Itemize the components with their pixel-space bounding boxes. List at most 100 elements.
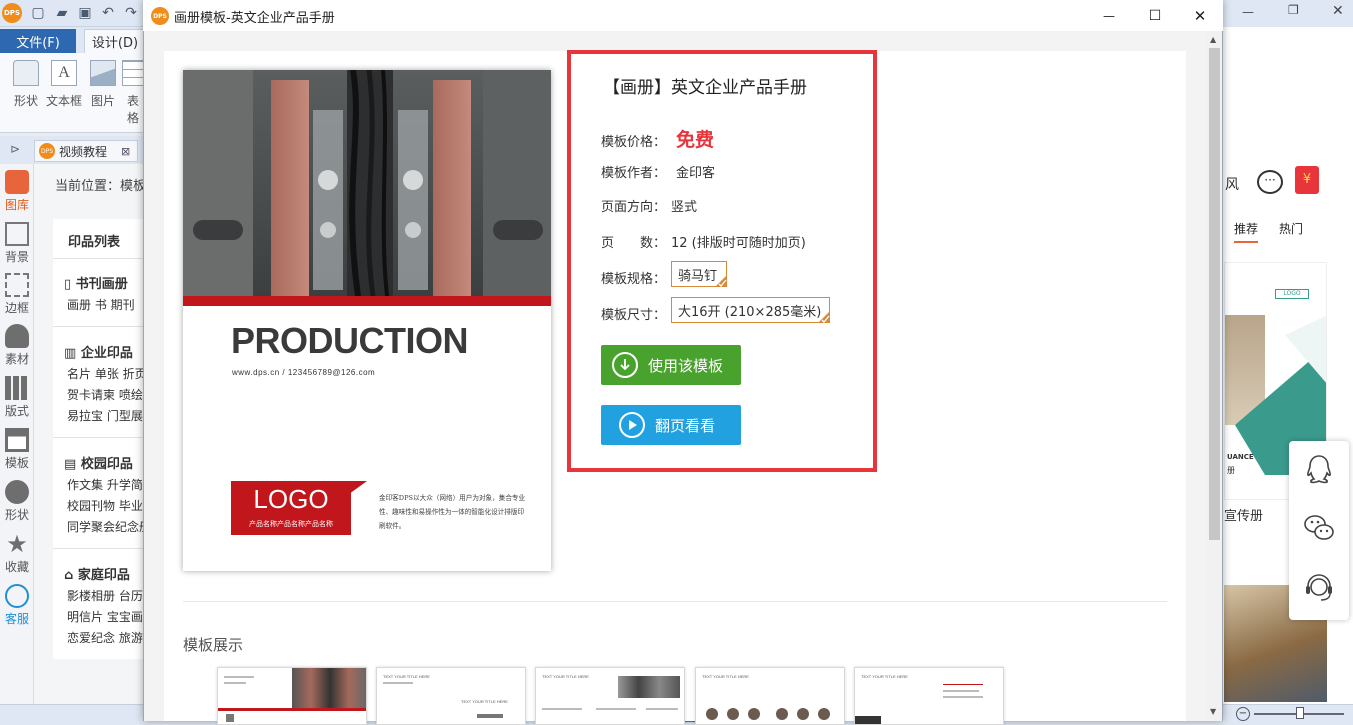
link-row[interactable]: 明信片 宝宝画册	[67, 607, 147, 628]
sidebar-item-template[interactable]: 模板	[0, 428, 34, 471]
category-enterprise[interactable]: ▥ 企业印品	[64, 342, 133, 361]
thumb-photo	[292, 668, 366, 708]
divider	[53, 326, 153, 327]
link-row[interactable]: 校园刊物 毕业纪念	[67, 496, 147, 517]
app-restore-icon[interactable]: ❐	[1288, 3, 1299, 17]
showcase-thumb-5[interactable]: TEXT YOUR TITLE HERE	[854, 667, 1004, 725]
panel-toggle-icon[interactable]: ⊳	[10, 142, 20, 156]
cover-logo-text: LOGO	[253, 484, 329, 514]
sidebar-item-favorites[interactable]: ★ 收藏	[0, 532, 34, 575]
image-icon	[90, 60, 116, 86]
save-icon[interactable]: ▣	[75, 3, 95, 23]
link-row[interactable]: 画册 书 期刊	[67, 295, 147, 316]
thumb-block	[226, 714, 234, 722]
textbox-icon: A	[51, 60, 77, 86]
link-row[interactable]: 易拉宝 门型展架	[67, 406, 147, 427]
category-campus[interactable]: ▤ 校园印品	[64, 453, 133, 472]
wechat-icon[interactable]	[1301, 510, 1337, 546]
sidebar-template-label: 模板	[4, 456, 29, 470]
thumb-line	[596, 708, 636, 710]
divider	[53, 437, 153, 438]
doc-tab-logo-icon: DPS	[39, 143, 55, 159]
price-value: 免费	[676, 129, 715, 151]
category-family[interactable]: ⌂ 家庭印品	[64, 564, 130, 583]
scroll-down-icon[interactable]: ▼	[1210, 707, 1216, 716]
border-icon	[5, 273, 29, 297]
sidebar-item-background[interactable]: 背景	[0, 222, 34, 265]
sidebar-background-label: 背景	[4, 250, 29, 264]
right-snippet-feng: 风	[1225, 177, 1239, 193]
new-file-icon[interactable]: ▢	[28, 3, 48, 23]
tab-recommend[interactable]: 推荐	[1234, 220, 1259, 243]
sidebar-item-border[interactable]: 边框	[0, 273, 34, 316]
menu-file[interactable]: 文件(F)	[0, 29, 76, 53]
use-template-button[interactable]: 使用该模板	[601, 345, 741, 385]
category-family-label: 家庭印品	[77, 568, 130, 583]
link-row[interactable]: 名片 单张 折页	[67, 364, 147, 385]
sidebar-item-gallery[interactable]: 图库	[0, 170, 34, 213]
textbox-tool[interactable]: A 文本框	[44, 60, 84, 109]
showcase-thumb-3[interactable]: TEXT YOUR TITLE HERE	[535, 667, 685, 725]
sidebar-item-shape[interactable]: 形状	[0, 480, 34, 523]
size-option[interactable]: 大16开 (210×285毫米)	[671, 297, 830, 323]
doc-tab-label: 视频教程	[59, 144, 108, 159]
image-tool[interactable]: 图片	[85, 60, 121, 109]
flip-preview-button[interactable]: 翻页看看	[601, 405, 741, 445]
category-header: 印品列表	[68, 235, 121, 250]
card-word: UANCE	[1227, 453, 1254, 461]
sidebar-material-label: 素材	[4, 352, 29, 366]
category-books[interactable]: ▯ 书刊画册	[64, 273, 128, 292]
category-enterprise-links[interactable]: 名片 单张 折页 贺卡请柬 喷绘 易拉宝 门型展架	[67, 364, 147, 427]
category-campus-links[interactable]: 作文集 升学简历 校园刊物 毕业纪念 同学聚会纪念册	[67, 475, 147, 538]
background-icon	[5, 222, 29, 246]
sidebar-item-service[interactable]: 客服	[0, 584, 34, 627]
tab-hot[interactable]: 热门	[1279, 220, 1303, 237]
menu-design[interactable]: 设计(D)	[84, 29, 146, 53]
card-caption: 宣传册	[1224, 509, 1264, 524]
cover-contact: www.dps.cn / 123456789@126.com	[232, 368, 376, 377]
qq-icon[interactable]	[1301, 451, 1337, 487]
showcase-thumb-1[interactable]	[217, 667, 367, 725]
app-minimize-icon[interactable]: —	[1242, 5, 1254, 19]
star-icon: ★	[6, 530, 28, 558]
zoom-slider-thumb[interactable]	[1296, 707, 1304, 719]
headset-service-icon[interactable]	[1301, 569, 1337, 605]
thumb-block	[855, 716, 881, 724]
thumb-line	[943, 684, 983, 685]
dialog-close-button[interactable]: ✕	[1177, 0, 1223, 31]
thumb-caption: TEXT YOUR TITLE HERE	[861, 674, 908, 679]
doc-tab-video[interactable]: DPS 视频教程 ⊠	[34, 140, 138, 162]
category-books-links[interactable]: 画册 书 期刊	[67, 295, 147, 316]
thumb-caption: TEXT YOUR TITLE HERE	[702, 674, 749, 679]
sidebar-item-material[interactable]: 素材	[0, 324, 34, 367]
card-sub: 册	[1227, 466, 1235, 475]
gallery-icon	[5, 170, 29, 194]
showcase-thumb-2[interactable]: TEXT YOUR TITLE HERE TEXT YOUR TITLE HER…	[376, 667, 526, 725]
showcase-thumb-4[interactable]: TEXT YOUR TITLE HERE	[695, 667, 845, 725]
shape-tool[interactable]: 形状	[8, 60, 44, 109]
thumb-line	[943, 696, 983, 698]
app-close-icon[interactable]: ✕	[1332, 3, 1344, 19]
chat-icon[interactable]: ···	[1257, 170, 1283, 194]
scroll-thumb[interactable]	[1209, 48, 1220, 540]
scroll-up-icon[interactable]: ▲	[1210, 35, 1216, 44]
link-row[interactable]: 作文集 升学简历	[67, 475, 147, 496]
zoom-out-icon[interactable]: −	[1236, 707, 1250, 721]
thumb-caption: TEXT YOUR TITLE HERE	[542, 674, 589, 679]
link-row[interactable]: 同学聚会纪念册	[67, 517, 147, 538]
link-row[interactable]: 贺卡请柬 喷绘	[67, 385, 147, 406]
table-tool[interactable]: 表格	[122, 60, 144, 126]
shape-sidebar-icon	[5, 480, 29, 504]
cover-preview[interactable]: PRODUCTION www.dps.cn / 123456789@126.co…	[183, 70, 551, 571]
red-envelope-icon[interactable]: ¥	[1295, 166, 1319, 194]
category-family-links[interactable]: 影楼相册 台历 明信片 宝宝画册 恋爱纪念 旅游	[67, 586, 147, 649]
dialog-minimize-button[interactable]: —	[1086, 0, 1132, 31]
link-row[interactable]: 恋爱纪念 旅游	[67, 628, 147, 649]
dialog-maximize-button[interactable]: ☐	[1132, 0, 1178, 31]
sidebar-item-layout[interactable]: 版式	[0, 376, 34, 419]
undo-icon[interactable]: ↶	[98, 3, 118, 23]
open-folder-icon[interactable]: ▰	[52, 3, 72, 23]
link-row[interactable]: 影楼相册 台历	[67, 586, 147, 607]
redo-icon[interactable]: ↷	[121, 3, 141, 23]
doc-tab-close-icon[interactable]: ⊠	[121, 145, 130, 158]
